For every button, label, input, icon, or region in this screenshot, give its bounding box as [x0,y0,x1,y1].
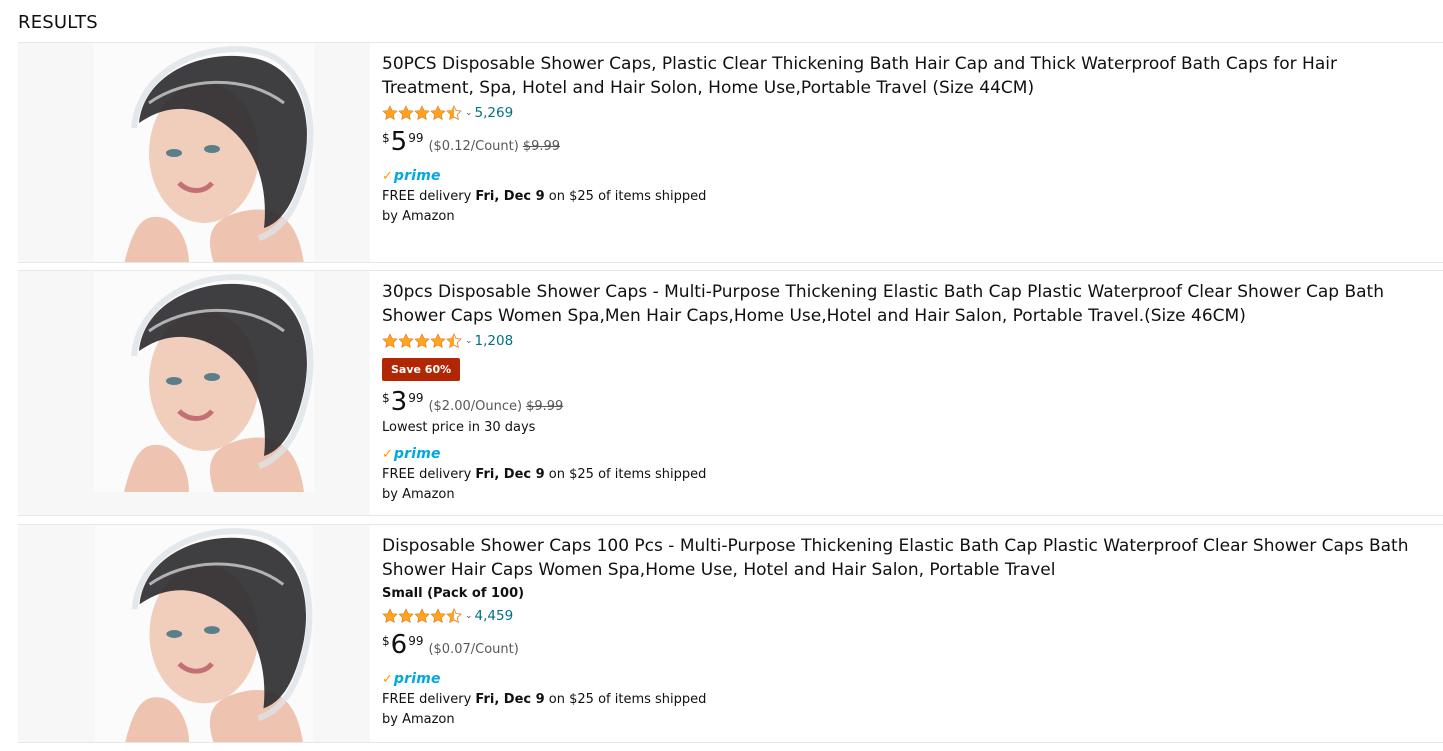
product-image[interactable] [18,43,370,262]
price-symbol: $ [382,391,390,405]
delivery-prefix: FREE delivery [382,189,476,204]
chevron-down-icon[interactable]: ⌄ [465,336,473,346]
review-count-link[interactable]: 5,269 [475,105,514,121]
product-photo [94,525,314,742]
price-row[interactable]: $ 3 99 ($2.00/Ounce) $9.99 [382,389,1433,417]
price-whole: 5 [390,127,408,157]
price-fraction: 99 [408,131,424,145]
price-symbol: $ [382,131,390,145]
list-price: $9.99 [526,399,564,414]
list-price: $9.99 [522,139,561,154]
prime-check-icon: ✓ [382,671,393,687]
product-image[interactable] [18,271,370,515]
save-badge: Save 60% [382,358,461,381]
price-whole: 6 [390,630,408,660]
unit-price: ($0.12/Count) [428,139,519,154]
price-fraction: 99 [408,634,424,648]
unit-price: ($2.00/Ounce) [428,399,523,414]
prime-check-icon: ✓ [382,446,393,462]
review-count-link[interactable]: 1,208 [475,333,514,349]
delivery-date: Fri, Dec 9 [475,189,545,204]
delivery-date: Fri, Dec 9 [475,692,545,707]
stars-icon [382,333,462,349]
product-title[interactable]: 50PCS Disposable Shower Caps, Plastic Cl… [382,52,1433,100]
prime-label: prime [393,168,441,184]
product-card: 30pcs Disposable Shower Caps - Multi-Pur… [18,270,1443,516]
product-details: 50PCS Disposable Shower Caps, Plastic Cl… [382,43,1433,227]
product-card: Disposable Shower Caps 100 Pcs - Multi-P… [18,524,1443,743]
star-rating[interactable]: ⌄ [382,333,475,349]
price-row[interactable]: $ 5 99 ($0.12/Count) $9.99 [382,129,1433,157]
results-heading: RESULTS [18,12,98,33]
delivery-info: FREE delivery Fri, Dec 9 on $25 of items… [382,690,722,730]
prime-badge: ✓ prime [382,167,1433,185]
product-title[interactable]: 30pcs Disposable Shower Caps - Multi-Pur… [382,280,1433,328]
prime-check-icon: ✓ [382,168,393,184]
delivery-prefix: FREE delivery [382,692,476,707]
price-row[interactable]: $ 6 99 ($0.07/Count) [382,632,1433,660]
prime-label: prime [393,671,441,687]
chevron-down-icon[interactable]: ⌄ [465,611,473,621]
price-fraction: 99 [408,391,424,405]
product-photo [94,43,314,262]
lowest-price-note: Lowest price in 30 days [382,420,536,435]
product-card: 50PCS Disposable Shower Caps, Plastic Cl… [18,42,1443,263]
product-image[interactable] [18,525,370,742]
unit-price: ($0.07/Count) [428,642,519,657]
stars-icon [382,105,462,121]
price-whole: 3 [390,387,408,417]
stars-icon [382,608,462,624]
delivery-date: Fri, Dec 9 [475,467,545,482]
price-symbol: $ [382,634,390,648]
star-rating[interactable]: ⌄ [382,105,475,121]
delivery-info: FREE delivery Fri, Dec 9 on $25 of items… [382,187,722,227]
rating-row: ⌄ 1,208 [382,331,1433,351]
delivery-prefix: FREE delivery [382,467,476,482]
rating-row: ⌄ 5,269 [382,103,1433,123]
product-photo [94,271,314,492]
variant-label: Small (Pack of 100) [382,586,525,601]
delivery-info: FREE delivery Fri, Dec 9 on $25 of items… [382,465,722,505]
prime-label: prime [393,446,441,462]
star-rating[interactable]: ⌄ [382,608,475,624]
chevron-down-icon[interactable]: ⌄ [465,108,473,118]
review-count-link[interactable]: 4,459 [475,608,514,624]
prime-badge: ✓ prime [382,670,1433,688]
rating-row: ⌄ 4,459 [382,606,1433,626]
prime-badge: ✓ prime [382,445,1433,463]
product-title[interactable]: Disposable Shower Caps 100 Pcs - Multi-P… [382,534,1433,582]
product-details: 30pcs Disposable Shower Caps - Multi-Pur… [382,271,1433,505]
product-details: Disposable Shower Caps 100 Pcs - Multi-P… [382,525,1433,730]
